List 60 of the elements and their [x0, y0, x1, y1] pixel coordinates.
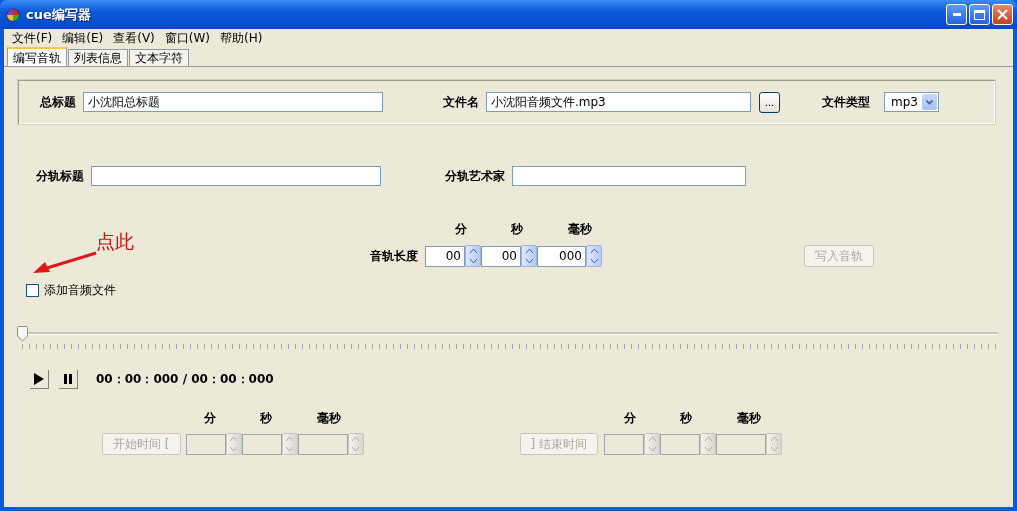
- seek-slider[interactable]: [17, 326, 998, 340]
- annotation-note: 点此: [96, 229, 134, 254]
- spin-field[interactable]: [660, 433, 700, 455]
- field-label: 总标题: [40, 93, 76, 111]
- chevron-down-icon: [926, 99, 933, 105]
- field-label: 文件名: [443, 93, 479, 111]
- minimize-icon: [952, 13, 961, 16]
- unit-label: 秒: [259, 410, 273, 427]
- spin-field[interactable]: [241, 433, 282, 455]
- spin-buttons[interactable]: [644, 433, 660, 455]
- unit-label: 分: [454, 221, 468, 238]
- spin-field[interactable]: 00: [481, 245, 521, 267]
- menu-item[interactable]: 文件(F): [8, 29, 59, 47]
- unit-label: 秒: [510, 221, 524, 238]
- unit-label: 毫秒: [736, 410, 762, 427]
- field-label: 文件类型: [822, 93, 870, 111]
- filetype-select[interactable]: mp3: [884, 92, 939, 112]
- filename-field[interactable]: 小沈阳音频文件.mp3: [486, 92, 751, 112]
- tab[interactable]: 列表信息: [68, 49, 128, 66]
- menu-item[interactable]: 帮助(H): [216, 29, 269, 47]
- spin-field[interactable]: 000: [537, 245, 586, 267]
- spin-field[interactable]: 00: [425, 245, 465, 267]
- spin-buttons[interactable]: [700, 433, 716, 455]
- field-label: 分轨艺术家: [445, 167, 505, 185]
- title-field[interactable]: 小沈阳总标题: [83, 92, 383, 112]
- menu-item[interactable]: 编辑(E): [58, 29, 110, 47]
- minimize-button[interactable]: [946, 4, 967, 25]
- menu-item[interactable]: 查看(V): [109, 29, 161, 47]
- spin-field[interactable]: [297, 433, 348, 455]
- unit-label: 毫秒: [316, 410, 342, 427]
- browse-button[interactable]: ...: [759, 91, 780, 113]
- unit-label: 分: [203, 410, 217, 427]
- close-icon: [997, 9, 1008, 20]
- menu-item[interactable]: 窗口(W): [160, 29, 217, 47]
- slider-thumb[interactable]: [17, 326, 28, 342]
- time-display: 00：00：000 / 00：00：000: [96, 371, 274, 388]
- checkbox-label: 添加音频文件: [44, 282, 116, 299]
- app-logo-icon: [6, 7, 20, 22]
- maximize-button[interactable]: [969, 4, 990, 25]
- close-button[interactable]: [992, 4, 1013, 25]
- play-icon: [34, 373, 44, 385]
- pause-icon: [64, 374, 72, 384]
- window-title: cue编写器: [26, 5, 92, 24]
- track-artist-field[interactable]: [512, 166, 746, 186]
- field-label: 分轨标题: [36, 167, 84, 185]
- spin-buttons[interactable]: [465, 245, 481, 267]
- field-label: 音轨长度: [370, 247, 418, 265]
- unit-label: 毫秒: [567, 221, 593, 238]
- maximize-icon: [974, 9, 985, 20]
- track-title-field[interactable]: [91, 166, 381, 186]
- unit-label: 分: [623, 410, 637, 427]
- spin-buttons[interactable]: [766, 433, 782, 455]
- spin-field[interactable]: [716, 433, 766, 455]
- annotation-arrow: [33, 251, 97, 275]
- tab[interactable]: 文本字符: [129, 49, 189, 66]
- spin-buttons[interactable]: [586, 245, 602, 267]
- tab[interactable]: 编写音轨: [7, 47, 67, 66]
- spin-buttons[interactable]: [521, 245, 537, 267]
- unit-label: 秒: [679, 410, 693, 427]
- add-audio-checkbox[interactable]: [26, 284, 39, 297]
